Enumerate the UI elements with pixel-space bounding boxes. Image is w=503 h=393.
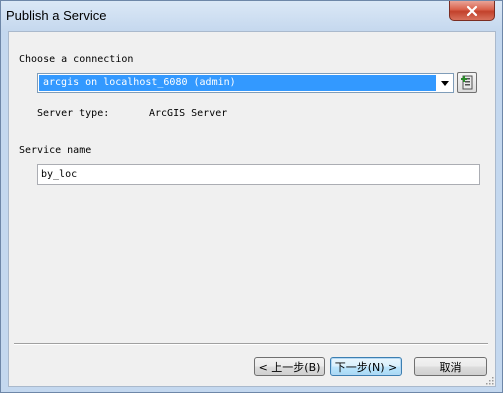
- window-title: Publish a Service: [6, 8, 107, 23]
- cancel-button[interactable]: 取消: [414, 357, 487, 376]
- connection-selected-value: arcgis on localhost_6080 (admin): [39, 75, 436, 91]
- server-type-value: ArcGIS Server: [149, 108, 228, 119]
- service-name-label: Service name: [19, 145, 92, 156]
- footer-divider: [14, 343, 488, 345]
- chevron-down-icon[interactable]: [438, 77, 451, 89]
- close-button[interactable]: [449, 1, 495, 21]
- service-name-input[interactable]: by_loc: [37, 164, 480, 185]
- connection-dropdown[interactable]: arcgis on localhost_6080 (admin): [37, 73, 454, 93]
- server-type-label: Server type:: [37, 108, 110, 119]
- add-server-connection-icon: [461, 75, 473, 89]
- dialog-body: Choose a connection arcgis on localhost_…: [8, 31, 496, 387]
- next-button[interactable]: 下一步(N) >: [330, 357, 402, 376]
- choose-connection-label: Choose a connection: [19, 54, 134, 65]
- resize-grip-icon[interactable]: [484, 375, 494, 385]
- close-icon: [466, 5, 478, 16]
- publish-service-dialog: Publish a Service Choose a connection ar…: [0, 0, 503, 393]
- back-button[interactable]: < 上一步(B): [254, 357, 325, 376]
- add-connection-button[interactable]: [457, 72, 477, 93]
- title-bar[interactable]: Publish a Service: [1, 1, 502, 31]
